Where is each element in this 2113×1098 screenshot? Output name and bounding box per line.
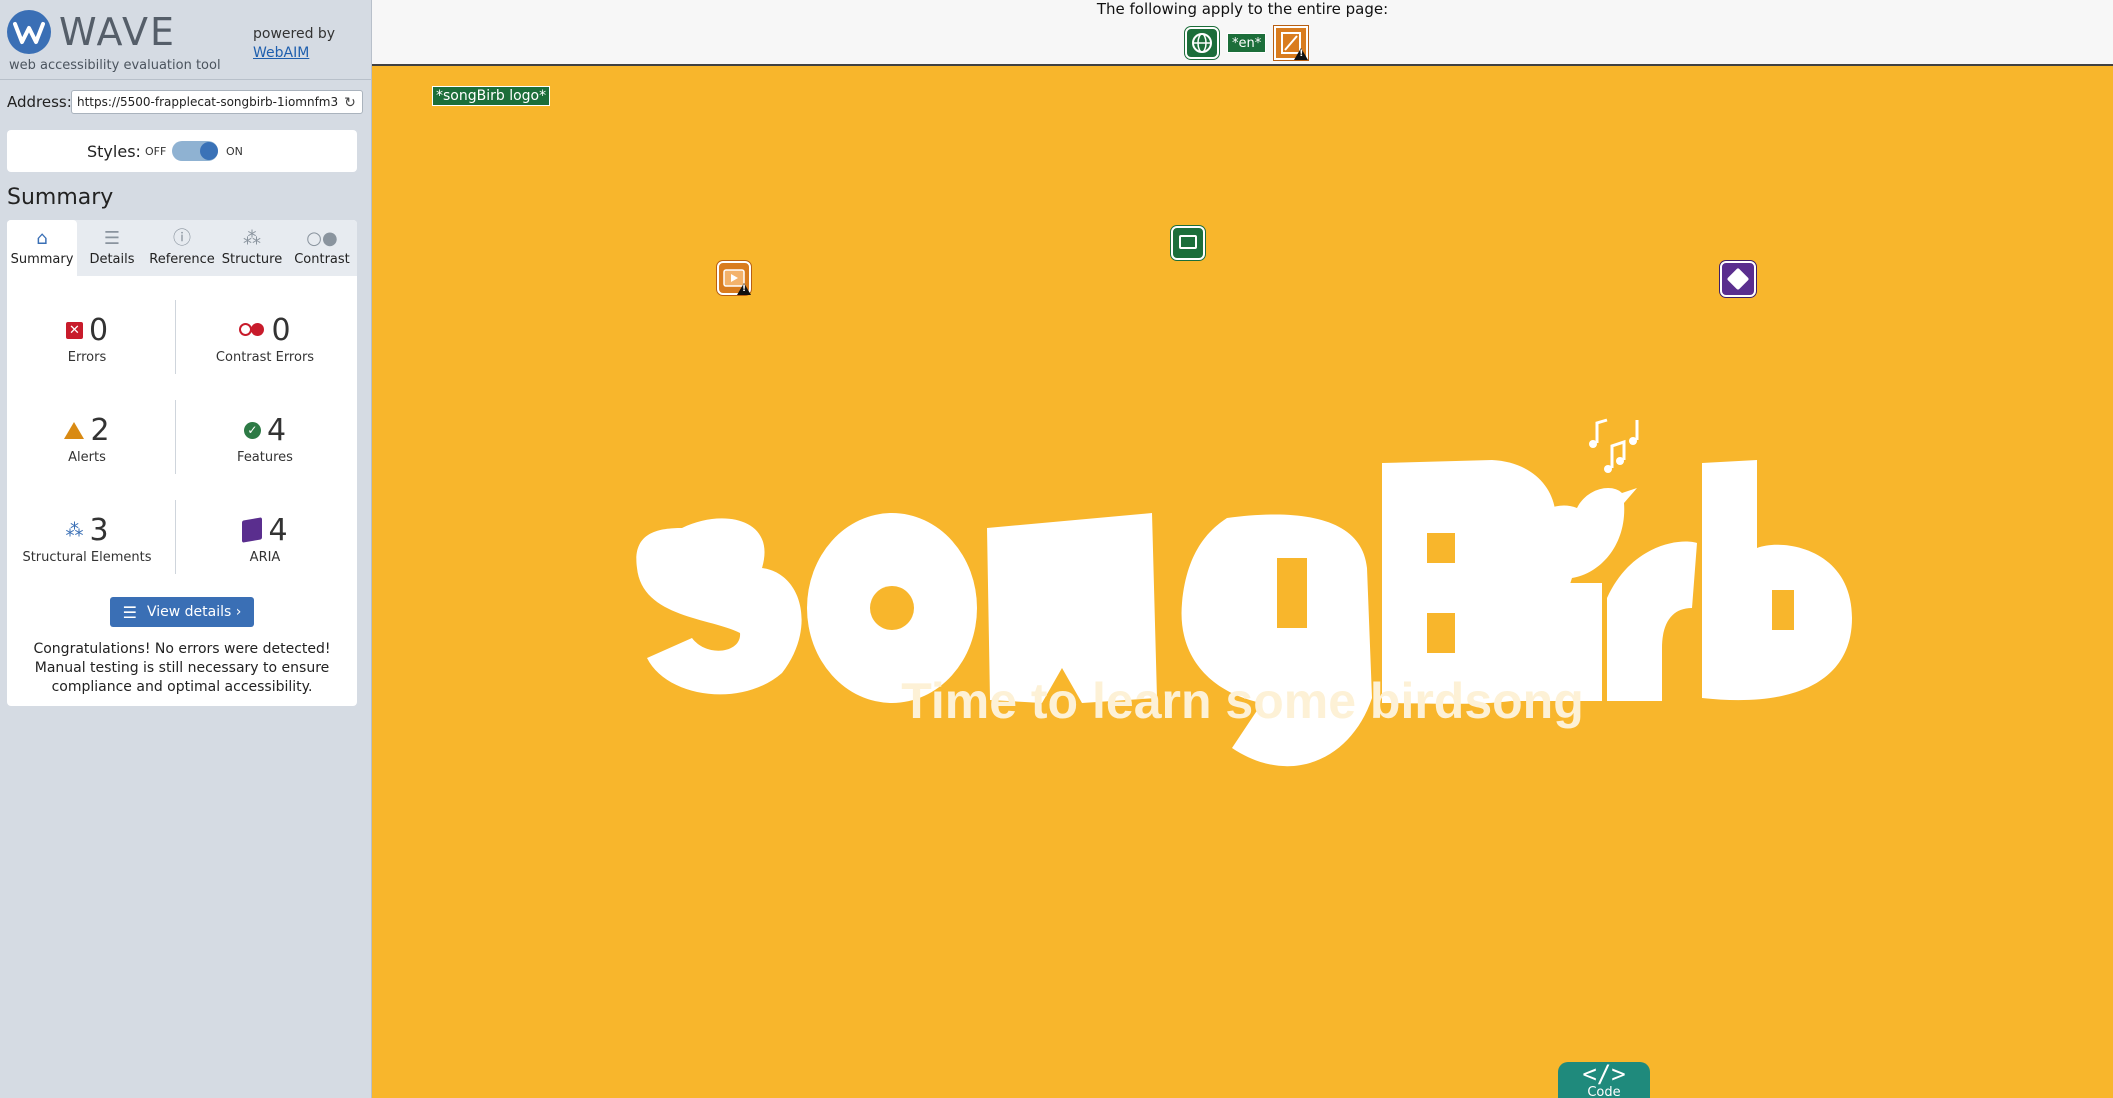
summary-heading: Summary xyxy=(7,185,114,210)
errors-label: Errors xyxy=(67,350,107,365)
media-alert-icon[interactable] xyxy=(717,261,751,295)
summary-panel: ⌂ Summary ☰ Details ⓘ Reference ⁂ Struct… xyxy=(7,220,357,706)
evaluated-page: *songBirb logo* ! Time to learn some bir… xyxy=(372,68,2113,1098)
tab-reference[interactable]: ⓘ Reference xyxy=(147,220,217,276)
panel-tabs: ⌂ Summary ☰ Details ⓘ Reference ⁂ Struct… xyxy=(7,220,357,276)
congrats-message: Congratulations! No errors were detected… xyxy=(33,641,331,695)
aria-label: ARIA xyxy=(249,550,281,565)
hero-tagline: Time to learn some birdsong xyxy=(901,673,1584,729)
tab-summary[interactable]: ⌂ Summary xyxy=(7,220,77,276)
tab-label: Details xyxy=(89,252,135,267)
language-globe-icon[interactable] xyxy=(1185,27,1219,59)
contrast-errors-label: Contrast Errors xyxy=(215,350,315,365)
toggle-knob xyxy=(200,142,218,160)
tab-details[interactable]: ☰ Details xyxy=(77,220,147,276)
alert-icon xyxy=(64,421,85,439)
wave-logo-icon xyxy=(7,10,51,54)
webaim-link[interactable]: WebAIM xyxy=(253,44,335,63)
alerts-label: Alerts xyxy=(68,450,106,465)
list-icon: ☰ xyxy=(103,228,121,249)
brand-name: WAVE xyxy=(59,10,177,54)
image-feature-icon[interactable] xyxy=(1171,226,1205,260)
code-toggle-tab[interactable]: </> Code xyxy=(1558,1062,1650,1098)
features-count: 4 xyxy=(266,412,287,448)
powered-by-text: powered by xyxy=(253,26,336,42)
brand-tagline: web accessibility evaluation tool xyxy=(9,58,221,73)
code-label: Code xyxy=(1587,1085,1621,1098)
stat-features[interactable]: ✓ 4 Features xyxy=(185,412,345,466)
contrast-errors-count: 0 xyxy=(271,312,291,348)
address-label: Address: xyxy=(7,93,72,111)
errors-count: 0 xyxy=(88,312,109,348)
aria-count: 4 xyxy=(268,512,288,548)
address-row: Address: https://5500-frapplecat-songbir… xyxy=(7,90,365,114)
view-details-button[interactable]: ☰ View details › xyxy=(110,597,254,627)
list-icon: ☰ xyxy=(122,602,137,622)
structural-label: Structural Elements xyxy=(22,550,152,565)
alerts-count: 2 xyxy=(90,412,110,448)
tab-structure[interactable]: ⁂ Structure xyxy=(217,220,287,276)
divider xyxy=(175,300,176,374)
contrast-error-icon xyxy=(239,323,265,337)
tab-label: Reference xyxy=(149,252,215,267)
stat-contrast-errors[interactable]: 0 Contrast Errors xyxy=(185,312,345,366)
stat-alerts[interactable]: 2 Alerts xyxy=(7,412,167,465)
styles-toggle[interactable] xyxy=(172,141,218,161)
wave-brand: WAVE web accessibility evaluation tool p… xyxy=(0,0,372,80)
feature-check-icon: ✓ xyxy=(243,421,261,439)
logo-alt-label[interactable]: *songBirb logo* xyxy=(432,86,551,106)
home-icon: ⌂ xyxy=(36,228,48,249)
warning-icon xyxy=(1294,48,1309,60)
styles-label: Styles: xyxy=(87,142,141,161)
address-input[interactable]: https://5500-frapplecat-songbirb-1iomnfm… xyxy=(71,90,363,114)
styles-off-label: OFF xyxy=(145,145,167,158)
error-icon: ✕ xyxy=(65,321,83,339)
features-label: Features xyxy=(237,450,293,465)
language-badge[interactable]: *en* xyxy=(1227,33,1267,53)
code-icon: </> xyxy=(1582,1060,1626,1088)
stat-aria[interactable]: 4 ARIA xyxy=(185,512,345,565)
divider xyxy=(175,400,176,474)
stat-errors[interactable]: ✕ 0 Errors xyxy=(7,312,167,365)
aria-tag-icon[interactable] xyxy=(1720,261,1756,297)
divider xyxy=(175,500,176,574)
styles-on-label: ON xyxy=(226,145,243,158)
wave-sidebar: WAVE web accessibility evaluation tool p… xyxy=(0,0,372,1098)
tab-contrast[interactable]: ○● Contrast xyxy=(287,220,357,276)
page-level-text: The following apply to the entire page: xyxy=(1096,0,1389,18)
styles-toggle-box: Styles: OFF ON xyxy=(7,130,357,172)
contrast-icon: ○● xyxy=(306,228,338,249)
warning-icon xyxy=(737,283,751,295)
tab-label: Contrast xyxy=(294,252,350,267)
powered-by: powered by WebAIM xyxy=(253,25,335,63)
structural-count: 3 xyxy=(89,512,109,548)
page-level-icons: *en* xyxy=(1185,26,1309,60)
structure-icon: ⁂ xyxy=(65,519,84,541)
aria-icon xyxy=(242,517,263,543)
info-icon: ⓘ xyxy=(173,228,191,249)
reload-icon[interactable]: ↻ xyxy=(342,95,358,111)
tab-label: Summary xyxy=(10,252,74,267)
address-value: https://5500-frapplecat-songbirb-1iomnfm… xyxy=(77,95,339,109)
view-details-label: View details › xyxy=(146,604,242,620)
tab-label: Structure xyxy=(221,252,283,267)
page-level-bar: The following apply to the entire page: … xyxy=(372,0,2113,66)
stat-structural[interactable]: ⁂ 3 Structural Elements xyxy=(7,512,167,566)
page-title-alert-icon[interactable] xyxy=(1274,26,1309,60)
structure-icon: ⁂ xyxy=(243,228,261,249)
